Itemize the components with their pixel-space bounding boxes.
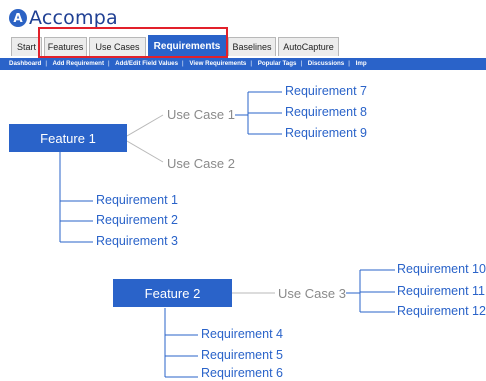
feature-1-node[interactable]: Feature 1: [9, 124, 127, 152]
requirement-4-node[interactable]: Requirement 4: [201, 327, 283, 342]
requirement-2-node[interactable]: Requirement 2: [96, 213, 178, 228]
feature1-usecase-connectors: [126, 114, 164, 163]
usecase1-requirement-connectors: [235, 91, 282, 135]
usecase3-requirement-connectors: [346, 269, 395, 313]
use-case-1-node[interactable]: Use Case 1: [167, 107, 235, 122]
requirement-3-node[interactable]: Requirement 3: [96, 234, 178, 249]
use-case-3-node[interactable]: Use Case 3: [278, 286, 346, 301]
use-case-2-node[interactable]: Use Case 2: [167, 156, 235, 171]
feature-2-node[interactable]: Feature 2: [113, 279, 232, 307]
requirement-8-node[interactable]: Requirement 8: [285, 105, 367, 120]
requirement-7-node[interactable]: Requirement 7: [285, 84, 367, 99]
requirement-6-node[interactable]: Requirement 6: [201, 366, 283, 381]
requirement-12-node[interactable]: Requirement 12: [397, 304, 486, 319]
feature2-requirement-connectors: [164, 308, 198, 378]
requirement-10-node[interactable]: Requirement 10: [397, 262, 486, 277]
feature1-requirement-connectors: [59, 152, 93, 243]
diagram-connectors: [59, 91, 395, 378]
requirement-1-node[interactable]: Requirement 1: [96, 193, 178, 208]
requirement-5-node[interactable]: Requirement 5: [201, 348, 283, 363]
requirement-11-node[interactable]: Requirement 11: [397, 284, 485, 299]
requirement-9-node[interactable]: Requirement 9: [285, 126, 367, 141]
